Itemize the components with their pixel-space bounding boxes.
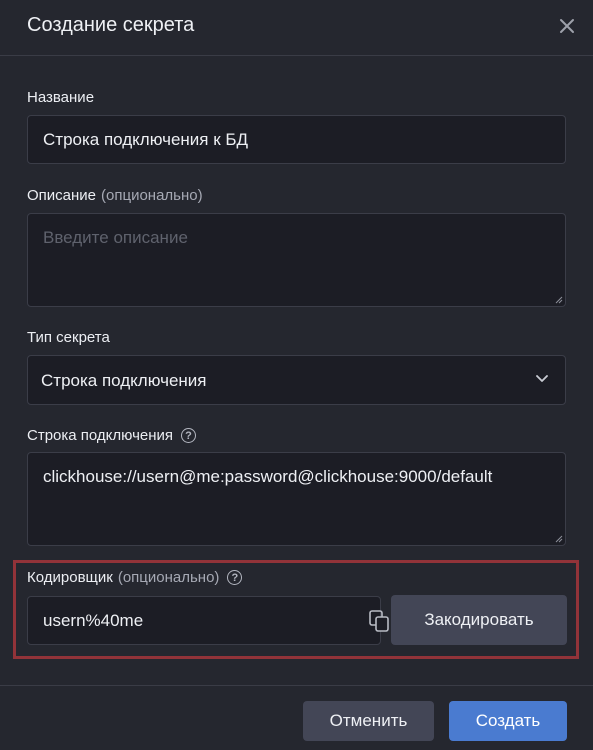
connection-string-label-text: Строка подключения — [27, 427, 174, 444]
encoder-output-input[interactable]: usern%40me — [27, 596, 389, 645]
description-optional-text: (опционально) — [101, 187, 203, 204]
secret-type-label-text: Тип секрета — [27, 329, 110, 346]
name-label-text: Название — [27, 89, 95, 106]
connection-string-value: clickhouse://usern@me:password@clickhous… — [43, 467, 493, 486]
name-label: Название — [27, 89, 94, 106]
encoder-output-value: usern%40me — [43, 611, 144, 630]
connection-string-label: Строка подключения ? — [27, 427, 197, 444]
encoder-optional-text: (опционально) — [117, 569, 220, 586]
connection-string-textarea[interactable]: clickhouse://usern@me:password@clickhous… — [27, 452, 566, 546]
secret-type-selected: Строка подключения — [41, 371, 207, 390]
description-placeholder: Введите описание — [43, 228, 188, 247]
resize-handle-icon[interactable] — [555, 296, 563, 304]
create-button[interactable]: Создать — [449, 701, 567, 741]
dialog-title: Создание секрета — [27, 14, 195, 36]
footer-divider — [0, 685, 593, 686]
encoder-label-text: Кодировщик — [27, 569, 113, 586]
help-icon[interactable]: ? — [227, 570, 243, 585]
secret-type-label: Тип секрета — [27, 329, 110, 346]
name-input-value: Строка подключения к БД — [43, 130, 249, 149]
close-icon[interactable] — [556, 15, 578, 37]
resize-handle-icon[interactable] — [555, 535, 563, 543]
description-textarea[interactable]: Введите описание — [27, 213, 566, 307]
description-label: Описание (опционально) — [27, 187, 203, 204]
description-label-text: Описание — [27, 187, 97, 204]
secret-type-select[interactable]: Строка подключения — [27, 355, 566, 405]
cancel-button[interactable]: Отменить — [303, 701, 434, 741]
encoder-label: Кодировщик (опционально) ? — [27, 569, 243, 586]
create-secret-dialog: Создание секрета Название Строка подключ… — [0, 0, 593, 750]
dialog-header: Создание секрета — [0, 0, 593, 56]
chevron-down-icon — [536, 375, 548, 382]
help-icon[interactable]: ? — [181, 428, 197, 443]
name-input[interactable]: Строка подключения к БД — [27, 115, 566, 164]
encode-button[interactable]: Закодировать — [391, 595, 567, 645]
copy-icon[interactable] — [367, 609, 391, 633]
